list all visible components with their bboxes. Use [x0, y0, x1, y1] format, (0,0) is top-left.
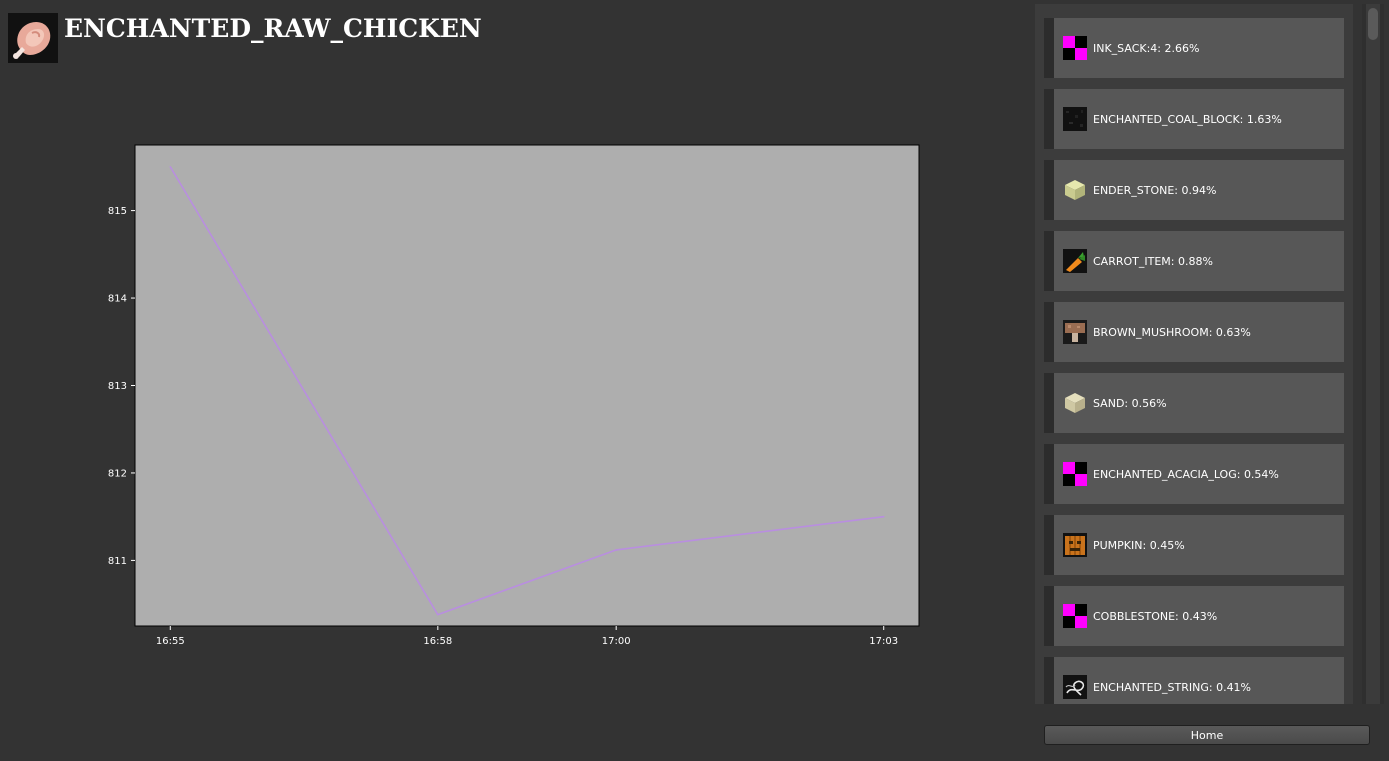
y-tick-label: 815: [108, 206, 127, 217]
missing-texture-icon: [1063, 36, 1087, 60]
x-tick-label: 16:58: [423, 636, 452, 647]
scrollbar-thumb[interactable]: [1368, 8, 1378, 40]
list-item-label: BROWN_MUSHROOM: 0.63%: [1093, 326, 1251, 339]
data-point: [169, 166, 172, 168]
list-item[interactable]: ENCHANTED_COAL_BLOCK: 1.63%: [1044, 89, 1344, 149]
list-item[interactable]: SAND: 0.56%: [1044, 373, 1344, 433]
item-list-panel[interactable]: INK_SACK:4: 2.66% ENCHANTED_COAL_BLOCK: …: [1035, 4, 1353, 704]
list-item[interactable]: ENCHANTED_STRING: 0.41%: [1044, 657, 1344, 704]
data-point: [882, 515, 885, 518]
list-item-label: ENCHANTED_COAL_BLOCK: 1.63%: [1093, 113, 1282, 126]
list-item[interactable]: BROWN_MUSHROOM: 0.63%: [1044, 302, 1344, 362]
x-tick-label: 17:03: [869, 636, 898, 647]
list-item[interactable]: ENCHANTED_ACACIA_LOG: 0.54%: [1044, 444, 1344, 504]
brown-mushroom-icon: [1063, 320, 1087, 344]
y-tick-label: 813: [108, 381, 127, 392]
x-tick-label: 16:55: [156, 636, 185, 647]
string-icon: [1063, 675, 1087, 699]
list-item-label: SAND: 0.56%: [1093, 397, 1167, 410]
pumpkin-icon: [1063, 533, 1087, 557]
y-tick-label: 812: [108, 468, 127, 479]
home-button[interactable]: Home: [1044, 725, 1370, 745]
scrollbar-groove[interactable]: [1366, 4, 1380, 704]
list-item[interactable]: CARROT_ITEM: 0.88%: [1044, 231, 1344, 291]
price-chart: 811 812 813 814 815 16:55 16:58 17:00 17:03: [108, 144, 920, 647]
end-stone-icon: [1063, 178, 1087, 202]
y-tick-label: 814: [108, 294, 127, 305]
list-item-label: PUMPKIN: 0.45%: [1093, 539, 1185, 552]
y-tick-label: 811: [108, 556, 127, 567]
missing-texture-icon: [1063, 604, 1087, 628]
list-item-label: CARROT_ITEM: 0.88%: [1093, 255, 1213, 268]
list-item-label: ENCHANTED_STRING: 0.41%: [1093, 681, 1252, 694]
list-item[interactable]: ENDER_STONE: 0.94%: [1044, 160, 1344, 220]
sand-icon: [1063, 391, 1087, 415]
plot-area: [134, 144, 920, 627]
list-item[interactable]: INK_SACK:4: 2.66%: [1044, 18, 1344, 78]
y-axis: 811 812 813 814 815: [108, 206, 135, 567]
list-item-label: INK_SACK:4: 2.66%: [1093, 42, 1200, 55]
x-axis: 16:55 16:58 17:00 17:03: [156, 626, 898, 647]
list-item[interactable]: PUMPKIN: 0.45%: [1044, 515, 1344, 575]
list-item-label: ENCHANTED_ACACIA_LOG: 0.54%: [1093, 468, 1279, 481]
list-item[interactable]: COBBLESTONE: 0.43%: [1044, 586, 1344, 646]
missing-texture-icon: [1063, 462, 1087, 486]
carrot-icon: [1063, 249, 1087, 273]
coal-block-icon: [1063, 107, 1087, 131]
x-tick-label: 17:00: [602, 636, 631, 647]
data-point: [437, 613, 439, 616]
list-item-label: COBBLESTONE: 0.43%: [1093, 610, 1218, 623]
list-item-label: ENDER_STONE: 0.94%: [1093, 184, 1217, 197]
data-point: [615, 549, 617, 551]
